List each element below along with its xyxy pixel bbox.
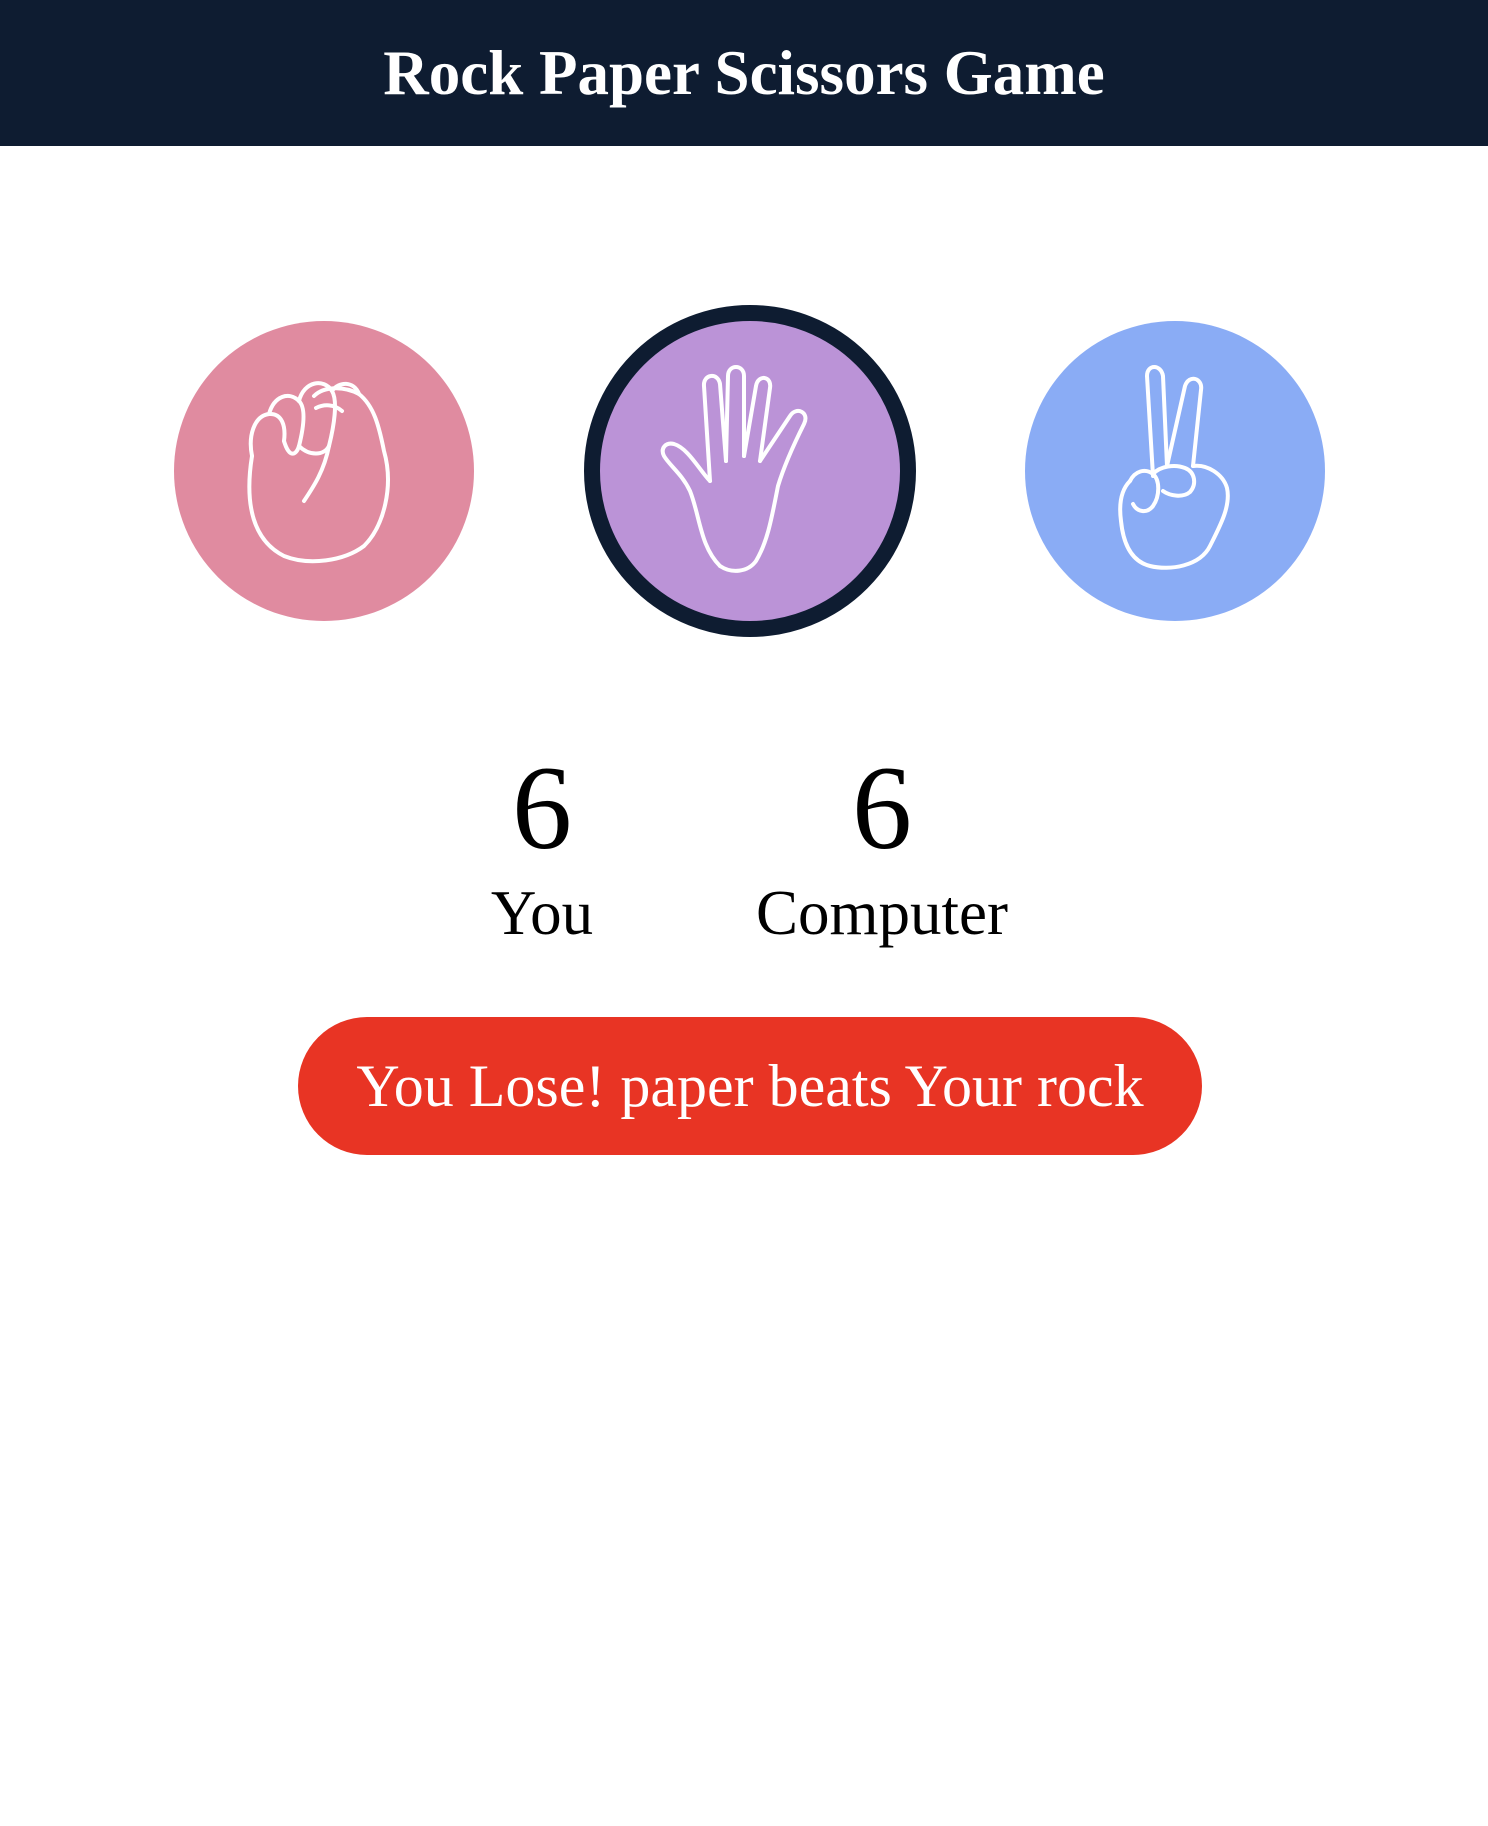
page-title: Rock Paper Scissors Game: [383, 37, 1105, 108]
peace-hand-icon: [1118, 365, 1230, 570]
computer-score-value: 6: [852, 741, 912, 874]
open-hand-icon: [660, 365, 808, 573]
computer-score: 6 Computer: [732, 741, 1032, 949]
user-score: 6 You: [442, 741, 642, 949]
result-text: You Lose! paper beats Your rock: [356, 1052, 1144, 1119]
computer-score-label: Computer: [756, 878, 1008, 948]
user-score-value: 6: [512, 741, 572, 874]
scissors-button[interactable]: [1025, 321, 1325, 621]
rock-button[interactable]: [174, 321, 474, 621]
fist-icon: [247, 381, 390, 564]
app-header: Rock Paper Scissors Game: [0, 0, 1488, 146]
paper-button[interactable]: [584, 305, 916, 637]
user-score-label: You: [490, 878, 594, 948]
result-message: You Lose! paper beats Your rock: [298, 1017, 1202, 1155]
